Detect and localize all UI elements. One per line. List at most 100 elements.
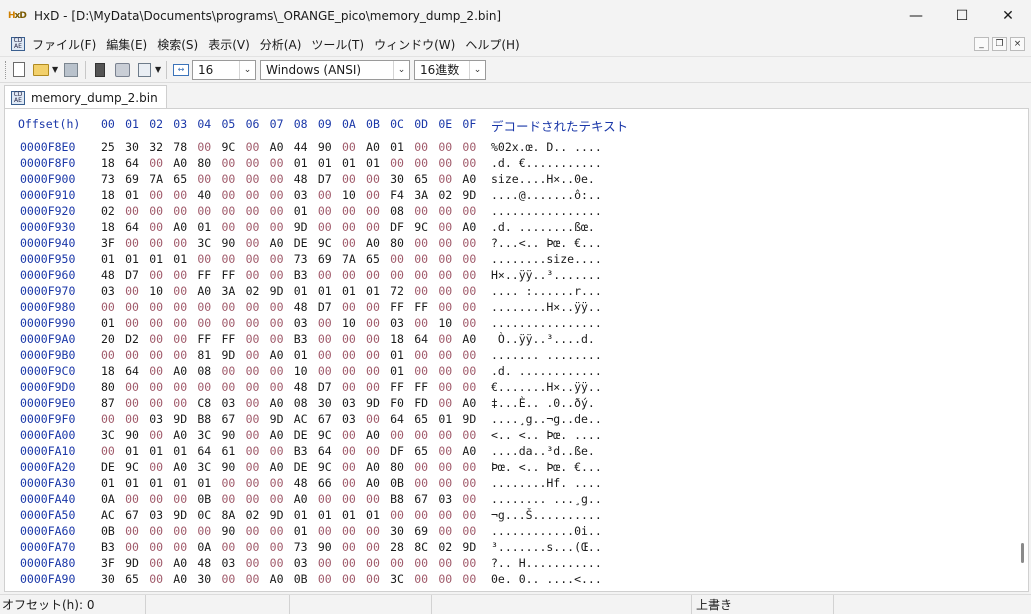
hex-byte[interactable]: 00 — [438, 268, 462, 282]
hex-byte[interactable]: 00 — [318, 188, 342, 202]
hex-byte[interactable]: 00 — [462, 556, 486, 570]
hex-byte[interactable]: 00 — [246, 172, 270, 186]
hex-byte[interactable]: 64 — [125, 220, 149, 234]
hex-byte[interactable]: 00 — [270, 492, 294, 506]
hex-byte[interactable]: 10 — [149, 284, 173, 298]
offset-base-select[interactable]: 16進数 ⌄ — [414, 59, 486, 80]
hex-byte[interactable]: B8 — [390, 492, 414, 506]
hex-byte[interactable]: 00 — [173, 540, 197, 554]
hex-byte[interactable]: 28 — [390, 540, 414, 554]
hex-byte[interactable]: 64 — [197, 444, 221, 458]
hex-byte[interactable]: B3 — [294, 332, 318, 346]
hex-byte[interactable]: 00 — [149, 204, 173, 218]
hex-byte[interactable]: 10 — [438, 316, 462, 330]
hex-byte[interactable]: 01 — [294, 348, 318, 362]
hex-byte[interactable]: 00 — [149, 188, 173, 202]
hex-byte[interactable]: 64 — [318, 444, 342, 458]
hex-byte[interactable]: 00 — [173, 332, 197, 346]
open-ram-button[interactable] — [89, 59, 111, 81]
hex-byte[interactable]: 00 — [246, 252, 270, 266]
hex-byte[interactable]: 00 — [221, 316, 245, 330]
hex-byte[interactable]: 00 — [342, 460, 366, 474]
hex-byte[interactable]: 00 — [246, 316, 270, 330]
hex-byte[interactable]: FF — [221, 268, 245, 282]
hex-byte[interactable]: 00 — [438, 428, 462, 442]
hex-byte[interactable]: 00 — [125, 412, 149, 426]
hex-byte[interactable]: 00 — [438, 236, 462, 250]
hex-byte[interactable]: 8C — [414, 540, 438, 554]
hex-byte[interactable]: 18 — [101, 156, 125, 170]
hex-byte[interactable]: 00 — [270, 188, 294, 202]
hex-byte[interactable]: 00 — [149, 396, 173, 410]
chevron-down-icon[interactable]: ⌄ — [469, 60, 485, 79]
hex-byte[interactable]: 0A — [197, 540, 221, 554]
hex-byte[interactable]: 00 — [318, 572, 342, 586]
process-dropdown-icon[interactable]: ▼ — [155, 65, 163, 74]
menu-help[interactable]: ヘルプ(H) — [460, 36, 524, 53]
hex-byte[interactable]: 00 — [342, 476, 366, 490]
hex-byte[interactable]: 00 — [462, 476, 486, 490]
hex-byte[interactable]: A0 — [173, 364, 197, 378]
hex-byte[interactable]: 00 — [246, 220, 270, 234]
hex-byte[interactable]: 00 — [342, 380, 366, 394]
hex-byte[interactable]: 00 — [414, 364, 438, 378]
hex-byte[interactable]: A0 — [366, 460, 390, 474]
hex-byte[interactable]: 9C — [318, 428, 342, 442]
row-ascii[interactable]: size....H×..0e. — [491, 172, 602, 186]
hex-byte[interactable]: 00 — [438, 156, 462, 170]
hex-byte[interactable]: 00 — [270, 444, 294, 458]
hex-byte[interactable]: 01 — [342, 156, 366, 170]
hex-byte[interactable]: 01 — [149, 444, 173, 458]
hex-byte[interactable]: 00 — [366, 172, 390, 186]
hex-byte[interactable]: 00 — [462, 268, 486, 282]
hex-byte[interactable]: 00 — [173, 396, 197, 410]
hex-byte[interactable]: A0 — [294, 492, 318, 506]
hex-byte[interactable]: D7 — [318, 300, 342, 314]
charset-select[interactable]: Windows (ANSI) ⌄ — [260, 59, 410, 80]
row-ascii[interactable]: ³.......s...(Œ.. — [491, 540, 602, 554]
hex-byte[interactable]: 01 — [101, 316, 125, 330]
hex-byte[interactable]: 67 — [125, 508, 149, 522]
hex-byte[interactable]: DF — [390, 220, 414, 234]
hex-byte[interactable]: 65 — [125, 572, 149, 586]
row-ascii[interactable]: Þœ. <.. Þœ. €... — [491, 460, 602, 474]
hex-byte[interactable]: 00 — [438, 380, 462, 394]
hex-byte[interactable]: 00 — [390, 556, 414, 570]
hex-byte[interactable]: A0 — [173, 460, 197, 474]
row-ascii[interactable]: .d. ........ßœ. — [491, 220, 602, 234]
hex-byte[interactable]: 00 — [149, 380, 173, 394]
hex-byte[interactable]: 00 — [414, 572, 438, 586]
hex-byte[interactable]: 3C — [197, 428, 221, 442]
hex-byte[interactable]: 00 — [197, 172, 221, 186]
hex-byte[interactable]: 81 — [197, 348, 221, 362]
hex-byte[interactable]: 9D — [270, 412, 294, 426]
hex-byte[interactable]: DF — [390, 444, 414, 458]
hex-byte[interactable]: 00 — [149, 332, 173, 346]
hex-byte[interactable]: A0 — [366, 236, 390, 250]
hex-byte[interactable]: 01 — [318, 156, 342, 170]
hex-byte[interactable]: 00 — [318, 332, 342, 346]
hex-byte[interactable]: D2 — [125, 332, 149, 346]
chevron-down-icon[interactable]: ⌄ — [239, 60, 255, 79]
hex-byte[interactable]: 64 — [125, 364, 149, 378]
hex-byte[interactable]: 64 — [125, 156, 149, 170]
hex-byte[interactable]: A0 — [270, 428, 294, 442]
hex-byte[interactable]: 00 — [149, 556, 173, 570]
hex-byte[interactable]: 00 — [173, 348, 197, 362]
hxd-app-icon[interactable]: HxD — [8, 9, 27, 23]
hex-byte[interactable]: A0 — [270, 460, 294, 474]
hex-byte[interactable]: 00 — [390, 252, 414, 266]
hex-byte[interactable]: 00 — [342, 540, 366, 554]
hex-byte[interactable]: 00 — [414, 204, 438, 218]
hex-byte[interactable]: 00 — [221, 364, 245, 378]
hex-byte[interactable]: 00 — [197, 140, 221, 154]
hex-byte[interactable]: 00 — [270, 220, 294, 234]
open-process-button[interactable] — [133, 59, 155, 81]
hex-byte[interactable]: 03 — [294, 556, 318, 570]
hex-byte[interactable]: 00 — [221, 156, 245, 170]
hex-byte[interactable]: 65 — [173, 172, 197, 186]
hex-byte[interactable]: 00 — [173, 300, 197, 314]
hex-byte[interactable]: 0B — [390, 476, 414, 490]
hex-byte[interactable]: A0 — [462, 220, 486, 234]
hex-byte[interactable]: 00 — [366, 556, 390, 570]
